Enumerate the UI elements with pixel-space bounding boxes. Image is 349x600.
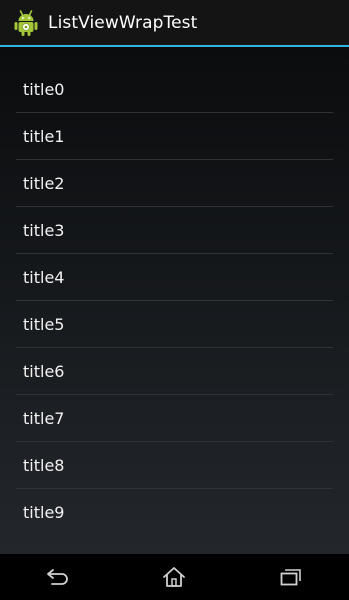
list-item-title: title3: [23, 220, 65, 240]
list-item[interactable]: title4: [16, 254, 333, 301]
list-item[interactable]: title5: [16, 301, 333, 348]
list-item[interactable]: title8: [16, 442, 333, 489]
list-item-title: title1: [23, 126, 65, 146]
list-item[interactable]: title6: [16, 348, 333, 395]
list-item-title: title2: [23, 173, 65, 193]
back-icon: [47, 569, 68, 585]
app-title: ListViewWrapTest: [48, 12, 198, 33]
list-item-title: title5: [23, 314, 65, 334]
action-bar: ListViewWrapTest: [0, 0, 349, 47]
back-button[interactable]: [38, 557, 78, 597]
list-item[interactable]: title3: [16, 207, 333, 254]
list-item[interactable]: title1: [16, 113, 333, 160]
navigation-bar: [0, 554, 349, 600]
list-item[interactable]: title7: [16, 395, 333, 442]
list-view[interactable]: title0 title1 title2 title3 title4 title…: [0, 47, 349, 536]
list-item-title: title6: [23, 361, 65, 381]
recent-apps-button[interactable]: [271, 557, 311, 597]
list-item-title: title8: [23, 455, 65, 475]
list-item[interactable]: title9: [16, 489, 333, 536]
list-item-title: title4: [23, 267, 65, 287]
list-item-title: title9: [23, 503, 65, 522]
list-item-title: title0: [23, 79, 65, 99]
android-robot-icon[interactable]: [10, 7, 42, 39]
home-button[interactable]: [154, 557, 194, 597]
list-item[interactable]: title0: [16, 66, 333, 113]
list-item[interactable]: title2: [16, 160, 333, 207]
recent-apps-icon: [280, 569, 301, 586]
app-screen: ListViewWrapTest title0 title1 title2 ti…: [0, 0, 349, 600]
list-view-container: title0 title1 title2 title3 title4 title…: [0, 47, 349, 554]
home-icon: [163, 567, 186, 587]
list-item-title: title7: [23, 408, 65, 428]
